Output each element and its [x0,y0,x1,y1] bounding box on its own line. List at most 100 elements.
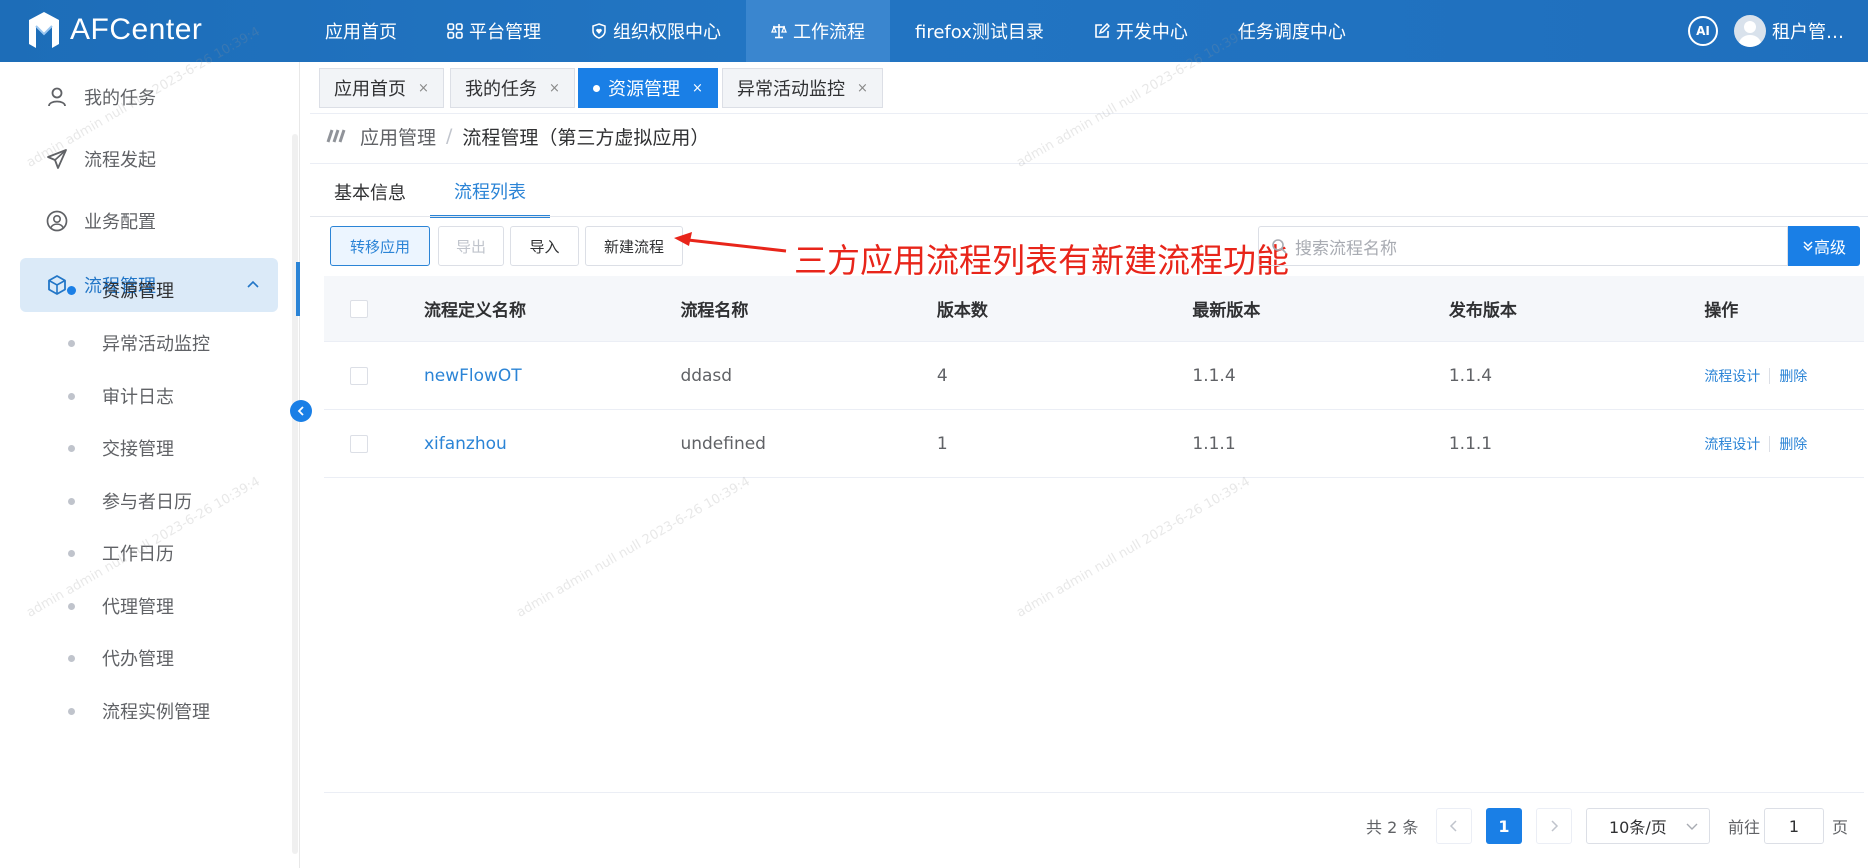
active-dot-icon [593,84,600,92]
goto-page-input[interactable]: 1 [1764,808,1824,844]
version-count: 4 [936,365,948,386]
nav-workflow[interactable]: 工作流程 [746,0,890,62]
edit-icon [1095,23,1110,38]
import-button[interactable]: 导入 [510,226,579,266]
action-divider [1769,367,1771,384]
app-logo[interactable]: AFCenter [26,6,202,54]
button-label: 导入 [529,237,560,256]
chevron-down-icon [1686,823,1698,830]
button-label: 新建流程 [603,237,664,256]
tab-my-tasks[interactable]: 我的任务 × [450,68,575,108]
prev-page-button[interactable] [1436,808,1472,844]
sidebar-item-flow-start[interactable]: 流程发起 [20,132,278,186]
user-area: AI 租户管… [1688,0,1868,62]
sidebar-sub-proxy-management[interactable]: 代理管理 [0,581,290,631]
delete-link[interactable]: 删除 [1779,369,1807,385]
sidebar-sub-todo-management[interactable]: 代办管理 [0,633,290,683]
sidebar-sub-resource-management[interactable]: 资源管理 [0,265,290,315]
sidebar-sub-audit-log[interactable]: 审计日志 [0,371,290,421]
nav-label: 任务调度中心 [1237,22,1346,43]
nav-label: 应用首页 [325,22,397,43]
latest-version: 1.1.1 [1192,433,1236,454]
tab-home[interactable]: 应用首页 × [319,68,444,108]
divider [310,163,1868,164]
search-icon [1272,239,1287,254]
nav-label: 组织权限中心 [613,22,721,43]
page-suffix: 页 [1832,818,1849,837]
sidebar-sub-label: 资源管理 [102,281,174,302]
table-row: xifanzhou undefined 1 1.1.1 1.1.1 流程设计 删除 [324,410,1864,478]
scale-icon [771,24,787,39]
action-divider [1769,435,1771,452]
sidebar-item-my-tasks[interactable]: 我的任务 [20,70,278,124]
row-checkbox[interactable] [350,434,368,453]
flow-name: ddasd [680,365,733,386]
next-page-button[interactable] [1536,808,1572,844]
double-chevron-down-icon [1803,241,1813,252]
ai-assistant-icon[interactable]: AI [1688,16,1718,46]
new-flow-button[interactable]: 新建流程 [585,226,683,266]
tab-resource-management[interactable]: 资源管理 × [578,68,718,108]
search-input[interactable]: 搜索流程名称 [1258,226,1788,266]
tab-label: 我的任务 [465,79,537,100]
sidebar-sub-label: 参与者日历 [102,492,192,513]
divider [310,216,1868,217]
avatar[interactable] [1734,15,1766,47]
user-circle-icon [46,210,68,232]
column-header: 操作 [1704,301,1739,321]
nav-task-scheduler[interactable]: 任务调度中心 [1213,0,1371,62]
close-icon[interactable]: × [418,81,429,96]
nav-dev-center[interactable]: 开发中心 [1069,0,1213,62]
page-number-current[interactable]: 1 [1486,808,1522,844]
published-version: 1.1.4 [1448,365,1493,386]
active-indicator [296,262,300,316]
sidebar-sub-exception-monitor[interactable]: 异常活动监控 [0,318,290,368]
flow-definition-link[interactable]: xifanzhou [424,434,680,454]
delete-link[interactable]: 删除 [1779,437,1807,453]
sidebar-sub-label: 审计日志 [102,387,174,408]
sidebar-scrollbar[interactable] [292,134,298,854]
nav-org-permission[interactable]: 组织权限中心 [566,0,746,62]
published-version: 1.1.1 [1448,433,1493,454]
page-size-select[interactable]: 10条/页 [1586,808,1710,844]
advanced-search-button[interactable]: 高级 [1788,226,1860,266]
button-label: 转移应用 [349,237,410,256]
nav-platform[interactable]: 平台管理 [422,0,566,62]
bullet-icon [68,550,75,557]
close-icon[interactable]: × [857,81,868,96]
row-checkbox[interactable] [350,366,368,385]
close-icon[interactable]: × [549,81,560,96]
design-flow-link[interactable]: 流程设计 [1704,369,1760,385]
tab-flow-list[interactable]: 流程列表 [430,166,550,218]
flow-definition-link[interactable]: newFlowOT [424,366,680,386]
close-icon[interactable]: × [692,81,703,96]
select-all-checkbox[interactable] [350,299,368,318]
nav-home[interactable]: 应用首页 [300,0,422,62]
tab-basic-info[interactable]: 基本信息 [310,166,430,218]
subtabs: 基本信息 流程列表 [310,166,550,218]
sidebar-sub-work-calendar[interactable]: 工作日历 [0,528,290,578]
nav-label: 工作流程 [793,22,865,43]
user-name[interactable]: 租户管… [1772,18,1868,44]
sidebar-sub-participant-calendar[interactable]: 参与者日历 [0,476,290,526]
nav-firefox-test[interactable]: firefox测试目录 [890,0,1069,62]
sidebar-sub-instance-management[interactable]: 流程实例管理 [0,686,290,736]
logo-icon [29,12,59,48]
sidebar-item-business-config[interactable]: 业务配置 [20,194,278,248]
row-actions: 流程设计 删除 [1704,366,1864,386]
transfer-app-button[interactable]: 转移应用 [330,226,430,266]
export-button[interactable]: 导出 [438,226,504,266]
user-icon [48,87,66,107]
total-count: 共 2 条 [1366,818,1419,837]
breadcrumb-parent[interactable]: 应用管理 [360,123,436,150]
subtab-label: 基本信息 [334,183,406,204]
chevron-left-icon [297,406,304,416]
design-flow-link[interactable]: 流程设计 [1704,437,1760,453]
bullet-icon [67,286,76,295]
latest-version: 1.1.4 [1192,365,1236,386]
tab-exception-monitor[interactable]: 异常活动监控 × [722,68,883,108]
bullet-icon [68,603,75,610]
collapse-sidebar-button[interactable] [290,400,312,422]
column-header: 发布版本 [1448,301,1517,321]
sidebar-sub-handover[interactable]: 交接管理 [0,423,290,473]
